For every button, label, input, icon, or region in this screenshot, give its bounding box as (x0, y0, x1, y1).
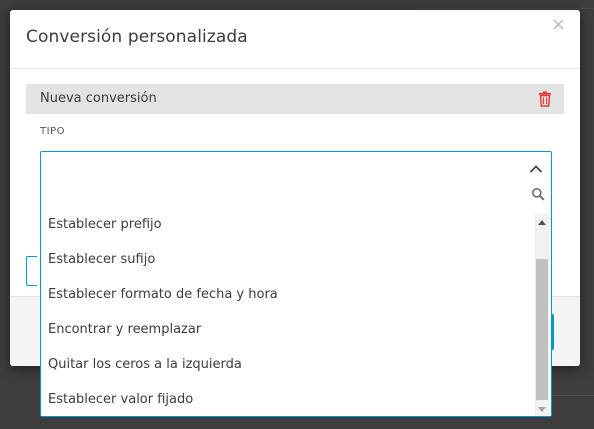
scroll-up-arrow-icon[interactable] (538, 220, 546, 225)
dialog-header: Conversión personalizada × (10, 10, 580, 69)
scroll-down-arrow-icon[interactable] (538, 407, 546, 412)
option-find-replace[interactable]: Encontrar y reemplazar (48, 322, 201, 337)
option-remove-leading-zeros[interactable]: Quitar los ceros a la izquierda (48, 357, 242, 372)
option-set-datetime-format[interactable]: Establecer formato de fecha y hora (48, 287, 278, 302)
conversion-row[interactable]: Nueva conversión (26, 84, 564, 114)
background-divider (415, 8, 594, 9)
dialog-title: Conversión personalizada (26, 27, 248, 47)
scrollbar-thumb[interactable] (536, 259, 548, 400)
tipo-select-dropdown[interactable]: Establecer prefijo Establecer sufijo Est… (40, 151, 552, 417)
trash-icon[interactable] (538, 91, 552, 107)
chevron-up-icon[interactable] (529, 164, 543, 174)
option-list-scrollbar[interactable] (535, 214, 549, 416)
option-list: Establecer prefijo Establecer sufijo Est… (41, 210, 535, 416)
secondary-button-edge[interactable] (26, 256, 37, 286)
close-icon[interactable]: × (551, 16, 566, 34)
conversion-name: Nueva conversión (40, 91, 157, 106)
option-set-suffix[interactable]: Establecer sufijo (48, 252, 155, 267)
search-icon[interactable] (531, 187, 545, 201)
tipo-label: TIPO (40, 126, 65, 137)
option-set-prefix[interactable]: Establecer prefijo (48, 217, 162, 232)
option-set-fixed-value[interactable]: Establecer valor fijado (48, 392, 193, 407)
